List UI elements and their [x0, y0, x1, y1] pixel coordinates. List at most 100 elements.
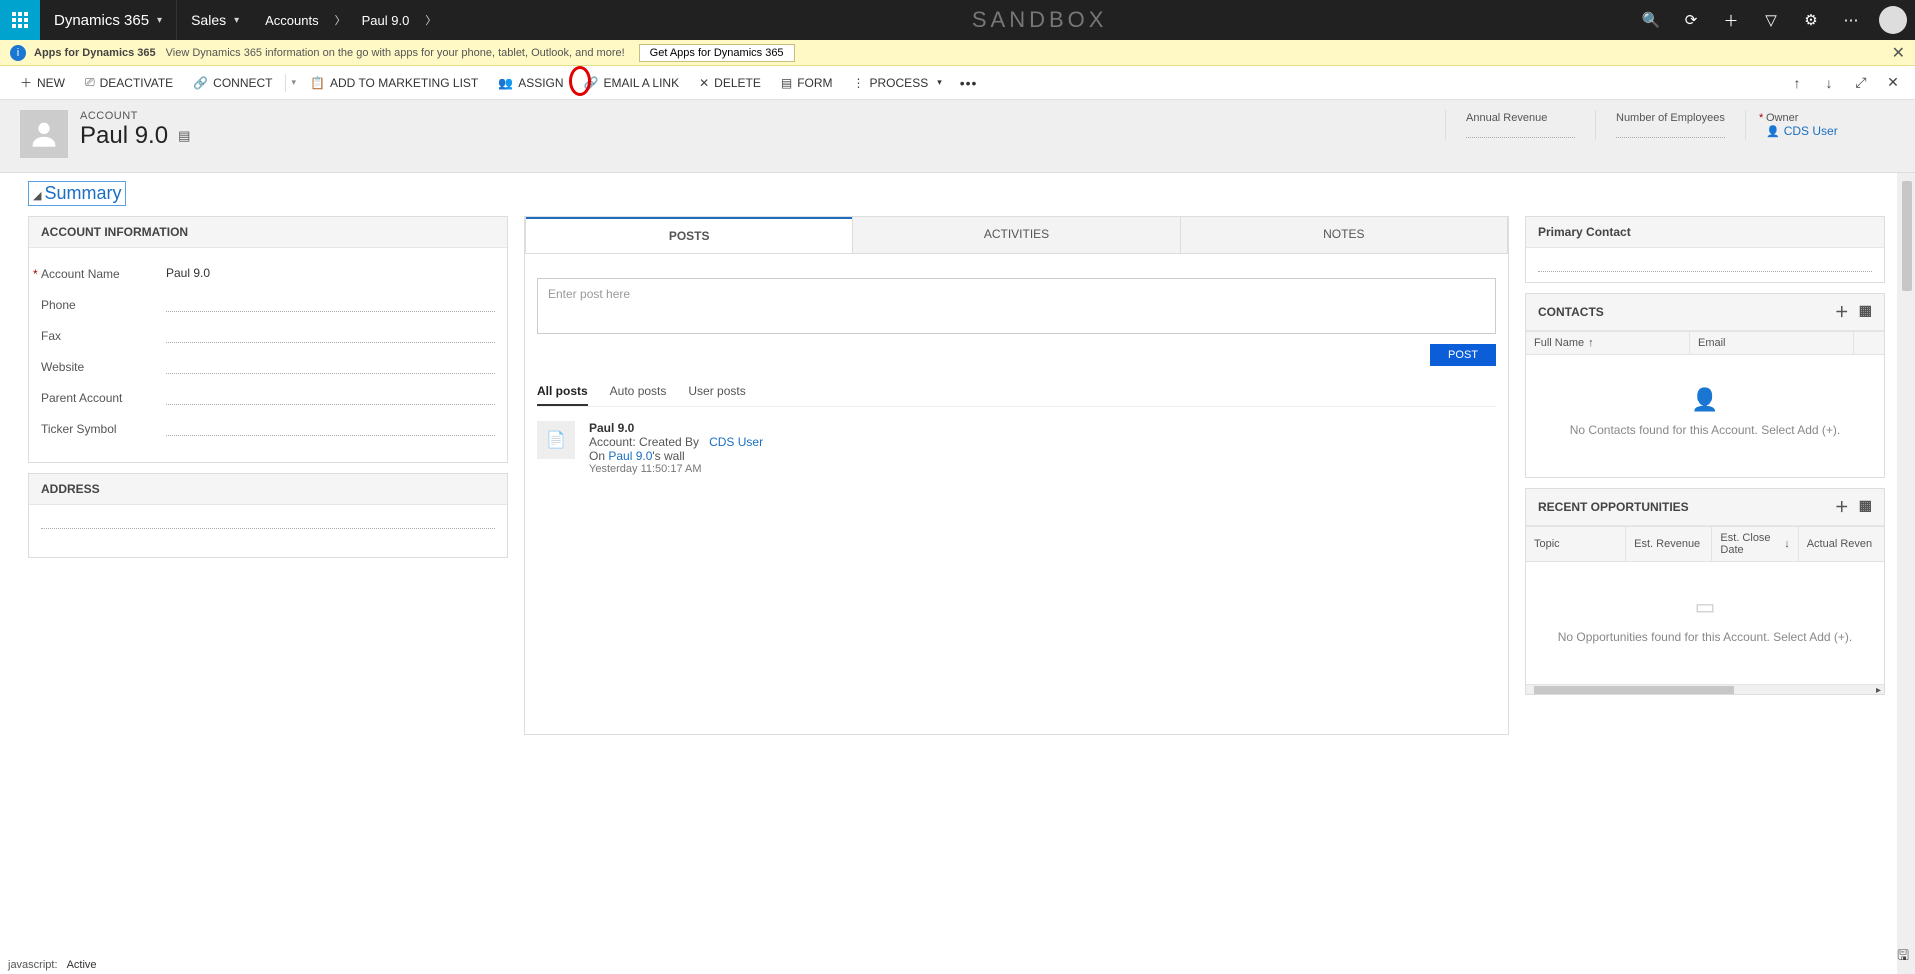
- assign-icon: 👥: [498, 76, 513, 90]
- account-info-header: ACCOUNT INFORMATION: [29, 217, 507, 248]
- post-wall-link[interactable]: Paul 9.0: [608, 449, 652, 463]
- chevron-down-icon: ▾: [937, 77, 942, 88]
- close-icon[interactable]: ✕: [1881, 74, 1905, 91]
- person-icon: 👤: [1766, 125, 1780, 138]
- settings-icon[interactable]: ⚙: [1791, 0, 1831, 40]
- primary-contact-panel: Primary Contact: [1525, 216, 1885, 283]
- parent-account-label: Parent Account: [41, 391, 166, 405]
- page-scrollbar[interactable]: [1897, 173, 1915, 974]
- get-apps-button[interactable]: Get Apps for Dynamics 365: [639, 44, 795, 62]
- assign-button[interactable]: 👥ASSIGN: [488, 66, 573, 99]
- breadcrumb-item[interactable]: Paul 9.0: [354, 13, 418, 28]
- connect-button[interactable]: 🔗CONNECT: [183, 66, 282, 99]
- nav-down-icon[interactable]: ↓: [1817, 75, 1841, 91]
- deactivate-button[interactable]: ⎚DEACTIVATE: [75, 66, 183, 99]
- col-est-close[interactable]: Est. Close Date ↓: [1712, 527, 1798, 561]
- nav-up-icon[interactable]: ↑: [1785, 75, 1809, 91]
- add-icon[interactable]: ＋: [1711, 0, 1751, 40]
- chevron-down-icon: ▾: [234, 15, 239, 26]
- address-panel: ADDRESS: [28, 473, 508, 558]
- notification-bar: i Apps for Dynamics 365 View Dynamics 36…: [0, 40, 1915, 66]
- account-info-panel: ACCOUNT INFORMATION Account Name Paul 9.…: [28, 216, 508, 463]
- grid-icon[interactable]: ▦: [1859, 302, 1872, 322]
- scroll-right-icon[interactable]: ▸: [1876, 685, 1881, 696]
- delete-button[interactable]: ✕DELETE: [689, 66, 771, 99]
- horizontal-scrollbar[interactable]: ▸: [1526, 684, 1884, 694]
- post-title: Paul 9.0: [589, 421, 763, 435]
- popout-icon[interactable]: ⤢: [1849, 74, 1873, 91]
- scroll-thumb[interactable]: [1534, 686, 1734, 694]
- more-commands[interactable]: •••: [952, 75, 986, 91]
- col-actual-revenue[interactable]: Actual Reven: [1799, 527, 1884, 561]
- address-value[interactable]: [41, 515, 495, 529]
- form-button[interactable]: ▤FORM: [771, 66, 843, 99]
- subtab-user-posts[interactable]: User posts: [688, 384, 745, 406]
- save-icon[interactable]: 🖫: [1897, 945, 1909, 969]
- account-name-label: Account Name: [41, 267, 166, 281]
- add-to-marketing-list-button[interactable]: 📋ADD TO MARKETING LIST: [300, 66, 488, 99]
- connect-icon: 🔗: [193, 76, 208, 90]
- area-dropdown[interactable]: Sales ▾: [177, 0, 253, 40]
- website-value[interactable]: [166, 359, 495, 374]
- new-button[interactable]: ＋NEW: [10, 66, 75, 99]
- collapse-icon: ◢: [33, 190, 41, 202]
- subtab-auto-posts[interactable]: Auto posts: [610, 384, 667, 406]
- col-est-revenue[interactable]: Est. Revenue: [1626, 527, 1712, 561]
- fax-value[interactable]: [166, 328, 495, 343]
- post-type-icon: 📄: [537, 421, 575, 459]
- area-label: Sales: [191, 12, 226, 28]
- info-icon: i: [10, 45, 26, 61]
- chevron-right-icon: 〉: [327, 12, 354, 28]
- tab-notes[interactable]: NOTES: [1180, 217, 1507, 253]
- process-button[interactable]: ⋮PROCESS▾: [843, 66, 952, 99]
- search-icon[interactable]: 🔍: [1631, 0, 1671, 40]
- social-pane: POSTS ACTIVITIES NOTES Enter post here P…: [524, 216, 1509, 735]
- brand-label: Dynamics 365: [54, 12, 149, 29]
- more-icon[interactable]: ⋯: [1831, 0, 1871, 40]
- global-nav: Dynamics 365 ▾ Sales ▾ Accounts 〉 Paul 9…: [0, 0, 1915, 40]
- opportunities-panel: RECENT OPPORTUNITIES ＋ ▦ Topic Est. Reve…: [1525, 488, 1885, 695]
- close-icon[interactable]: ✕: [1892, 43, 1905, 63]
- parent-account-value[interactable]: [166, 390, 495, 405]
- col-topic[interactable]: Topic: [1526, 527, 1626, 561]
- ticker-value[interactable]: [166, 421, 495, 436]
- subtab-all-posts[interactable]: All posts: [537, 384, 588, 406]
- connect-split-chevron[interactable]: ▾: [288, 77, 301, 88]
- add-contact-icon[interactable]: ＋: [1835, 302, 1849, 322]
- record-menu-icon[interactable]: ▤: [178, 128, 190, 144]
- num-employees-label: Number of Employees: [1616, 112, 1725, 124]
- post-input[interactable]: Enter post here: [537, 278, 1496, 334]
- divider: [285, 74, 286, 92]
- scroll-thumb[interactable]: [1902, 181, 1912, 291]
- breadcrumb-item[interactable]: Accounts: [257, 13, 326, 28]
- process-icon: ⋮: [853, 76, 865, 90]
- tab-activities[interactable]: ACTIVITIES: [852, 217, 1179, 253]
- app-launcher-icon[interactable]: [0, 0, 40, 40]
- phone-value[interactable]: [166, 297, 495, 312]
- section-summary[interactable]: ◢Summary: [28, 181, 126, 206]
- user-avatar[interactable]: [1879, 6, 1907, 34]
- account-name-value[interactable]: Paul 9.0: [166, 266, 495, 281]
- opportunities-header: RECENT OPPORTUNITIES: [1538, 500, 1689, 514]
- col-email[interactable]: Email: [1690, 332, 1854, 354]
- primary-contact-value[interactable]: [1538, 258, 1872, 272]
- col-fullname[interactable]: Full Name ↑: [1526, 332, 1690, 354]
- entity-label: ACCOUNT: [80, 110, 190, 122]
- email-link-button[interactable]: 🔗EMAIL A LINK: [574, 66, 690, 99]
- tab-posts[interactable]: POSTS: [526, 217, 852, 253]
- owner-value[interactable]: 👤 CDS User: [1766, 124, 1875, 138]
- post-author-link[interactable]: CDS User: [709, 435, 763, 449]
- annual-revenue-value[interactable]: [1466, 124, 1575, 138]
- post-button[interactable]: POST: [1430, 344, 1496, 366]
- marketing-icon: 📋: [310, 76, 325, 90]
- website-label: Website: [41, 360, 166, 374]
- status-hint: javascript:: [8, 959, 58, 971]
- add-opportunity-icon[interactable]: ＋: [1835, 497, 1849, 517]
- recent-icon[interactable]: ⟳: [1671, 0, 1711, 40]
- breadcrumb: Accounts 〉 Paul 9.0 〉: [253, 0, 448, 40]
- link-icon: 🔗: [584, 76, 599, 90]
- brand-dropdown[interactable]: Dynamics 365 ▾: [40, 0, 177, 40]
- grid-icon[interactable]: ▦: [1859, 497, 1872, 517]
- filter-icon[interactable]: ▽: [1751, 0, 1791, 40]
- num-employees-value[interactable]: [1616, 124, 1725, 138]
